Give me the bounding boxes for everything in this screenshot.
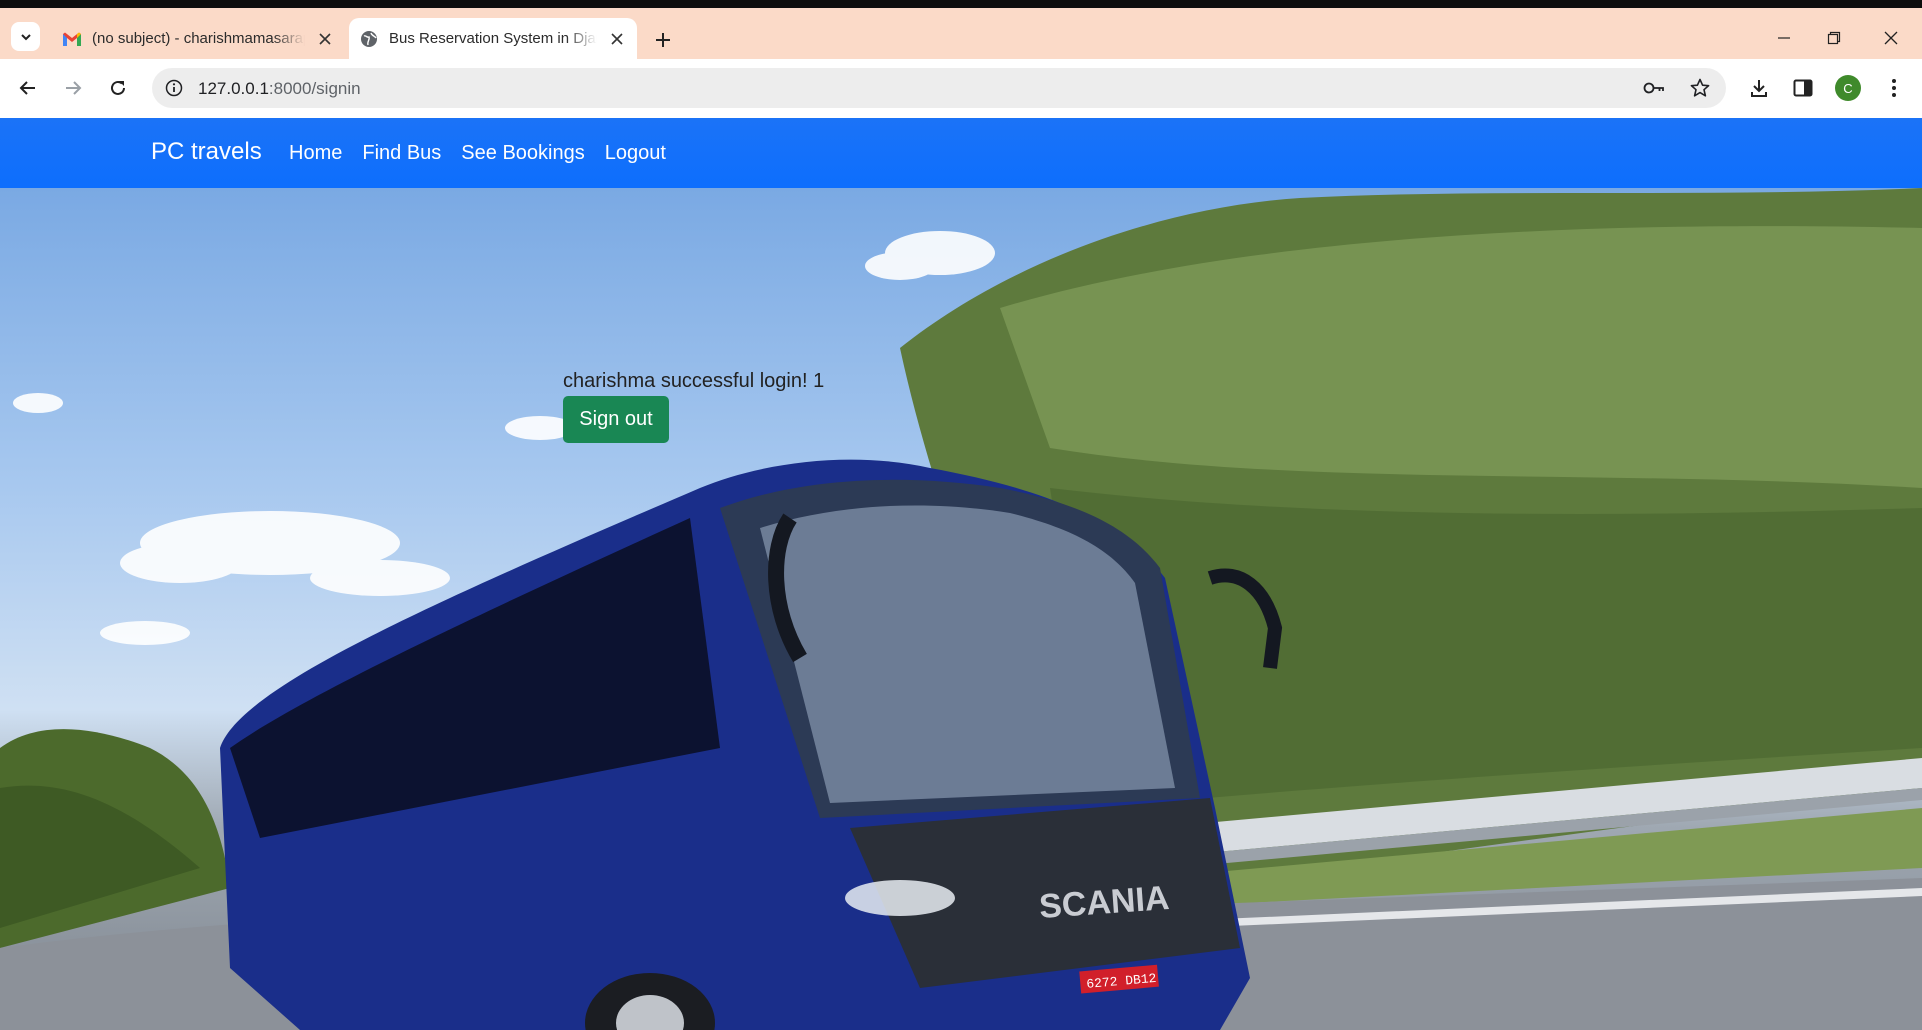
nav-see-bookings-link[interactable]: See Bookings [461, 142, 584, 165]
close-window-button[interactable] [1879, 26, 1903, 50]
minimize-button[interactable] [1772, 26, 1796, 50]
address-bar[interactable]: 127.0.0.1:8000/signin [152, 68, 1726, 108]
password-key-icon[interactable] [1642, 76, 1666, 100]
url-text: 127.0.0.1:8000/signin [198, 79, 361, 99]
tab-search-button[interactable] [11, 22, 40, 51]
restore-icon [1827, 31, 1841, 45]
window-top-edge [0, 0, 1922, 8]
sign-out-button[interactable]: Sign out [563, 396, 669, 443]
site-navbar: PC travels Home Find Bus See Bookings Lo… [0, 118, 1922, 188]
arrow-left-icon [19, 81, 35, 95]
download-icon [1751, 80, 1767, 97]
chevron-down-icon [20, 33, 31, 40]
brand-link[interactable]: PC travels [151, 138, 262, 166]
web-page: PC travels Home Find Bus See Bookings Lo… [0, 118, 1922, 1030]
url-path: :8000/signin [268, 79, 361, 98]
reload-button[interactable] [104, 74, 132, 102]
nav-logout-link[interactable]: Logout [605, 142, 666, 165]
tab-bar: (no subject) - charishmamasarapu Bus Res… [0, 8, 1922, 59]
close-icon[interactable] [605, 27, 629, 51]
restore-button[interactable] [1822, 26, 1846, 50]
back-button[interactable] [14, 74, 42, 102]
plus-icon [656, 33, 670, 47]
downloads-button[interactable] [1745, 74, 1773, 102]
tab-title: Bus Reservation System in Django [389, 30, 597, 47]
side-panel-button[interactable] [1789, 74, 1817, 102]
hero-background-image: SCANIA 6272 DB12 [0, 188, 1922, 1030]
close-icon[interactable] [313, 27, 337, 51]
kebab-menu-icon [1892, 79, 1896, 97]
globe-icon [359, 29, 379, 49]
tab-gmail[interactable]: (no subject) - charishmamasarapu [52, 18, 345, 59]
browser-menu-button[interactable] [1880, 74, 1908, 102]
new-tab-button[interactable] [651, 28, 675, 52]
forward-button[interactable] [59, 74, 87, 102]
close-icon [1884, 31, 1898, 45]
tab-title: (no subject) - charishmamasarapu [92, 30, 305, 47]
nav-home-link[interactable]: Home [289, 142, 342, 165]
login-success-message: charishma successful login! 1 [563, 370, 825, 392]
nav-find-bus-link[interactable]: Find Bus [362, 142, 441, 165]
browser-toolbar: 127.0.0.1:8000/signin C [0, 59, 1922, 118]
side-panel-icon [1793, 79, 1813, 97]
bookmark-star-icon[interactable] [1688, 76, 1712, 100]
url-host: 127.0.0.1 [198, 79, 269, 98]
minimize-icon [1778, 37, 1790, 39]
bus-on-road-illustration: SCANIA 6272 DB12 [0, 188, 1922, 1030]
gmail-icon [62, 29, 82, 49]
reload-icon [111, 80, 125, 95]
site-info-icon[interactable] [163, 77, 185, 99]
nav-links: Home Find Bus See Bookings Logout [289, 142, 686, 165]
tab-bus-reservation[interactable]: Bus Reservation System in Django [349, 18, 637, 59]
arrow-right-icon [66, 81, 82, 95]
profile-avatar[interactable]: C [1835, 75, 1861, 101]
